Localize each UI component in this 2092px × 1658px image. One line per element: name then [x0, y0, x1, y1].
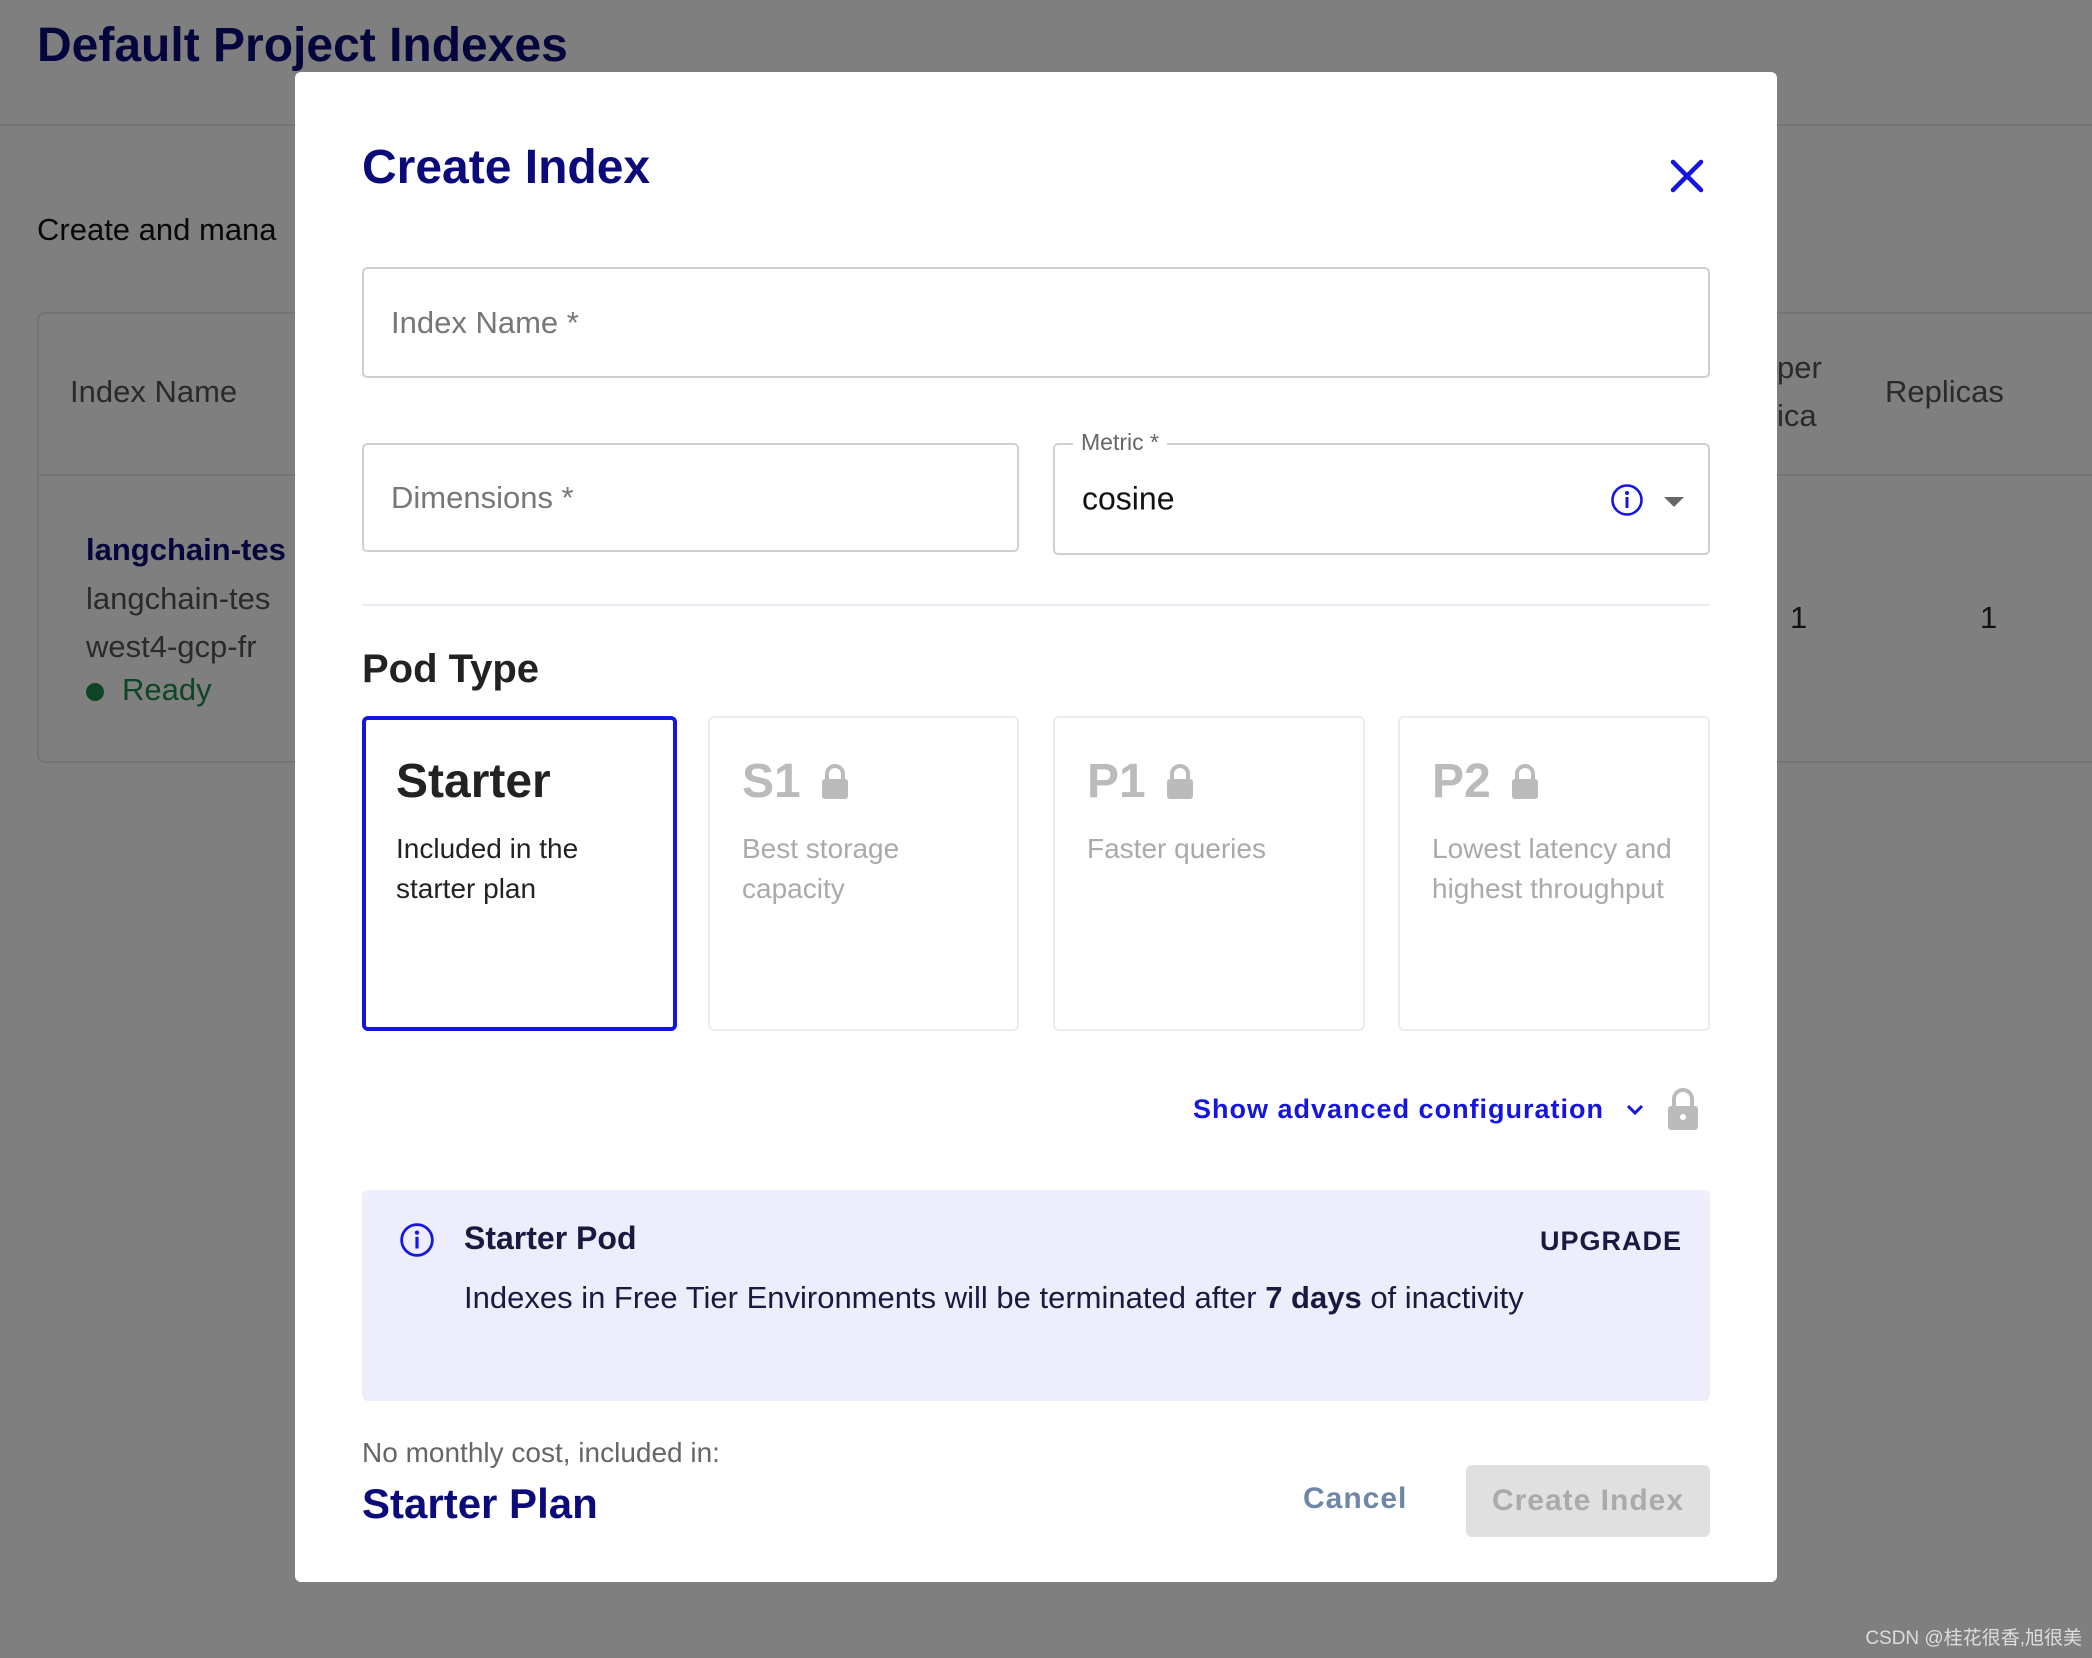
- upgrade-button[interactable]: UPGRADE: [1540, 1226, 1682, 1257]
- index-name-input[interactable]: Index Name *: [362, 267, 1710, 378]
- section-divider: [362, 604, 1710, 606]
- lock-icon: [1667, 1087, 1699, 1136]
- metric-label: Metric *: [1073, 429, 1167, 456]
- pod-type-name: P2: [1432, 755, 1491, 808]
- cost-label: No monthly cost, included in:: [362, 1437, 720, 1468]
- pod-type-p2[interactable]: P2 Lowest latency and highest throughput: [1398, 716, 1710, 1031]
- dimensions-input[interactable]: Dimensions *: [362, 443, 1019, 552]
- lock-icon: [1511, 763, 1538, 799]
- info-icon[interactable]: [1610, 483, 1644, 522]
- lock-icon: [821, 763, 848, 799]
- notice-text-end: of inactivity: [1361, 1280, 1524, 1315]
- lock-icon: [1166, 763, 1193, 799]
- watermark: CSDN @桂花很香,旭很美: [1865, 1628, 2082, 1649]
- close-icon[interactable]: [1667, 156, 1707, 196]
- advanced-label: Show advanced configuration: [1193, 1094, 1605, 1124]
- pod-type-name: S1: [742, 755, 801, 808]
- dimensions-placeholder: Dimensions *: [391, 479, 574, 515]
- notice-body: Indexes in Free Tier Environments will b…: [464, 1274, 1524, 1322]
- pod-type-name: P1: [1087, 755, 1146, 808]
- chevron-down-icon[interactable]: [1663, 495, 1685, 513]
- notice-text: Indexes in Free Tier Environments will b…: [464, 1280, 1266, 1315]
- metric-value: cosine: [1082, 480, 1175, 517]
- pod-type-heading: Pod Type: [362, 647, 540, 691]
- index-name-placeholder: Index Name *: [391, 304, 579, 340]
- create-index-dialog: Create Index Index Name * Dimensions * M…: [295, 72, 1777, 1582]
- pod-type-desc: Best storage capacity: [742, 833, 900, 904]
- pod-type-starter[interactable]: Starter Included in the starter plan: [362, 716, 677, 1031]
- pod-type-p1[interactable]: P1 Faster queries: [1053, 716, 1365, 1031]
- plan-name: Starter Plan: [362, 1480, 598, 1527]
- metric-select[interactable]: Metric * cosine: [1053, 429, 1710, 555]
- show-advanced-configuration-button[interactable]: Show advanced configuration: [1193, 1094, 1644, 1125]
- pod-type-desc: Faster queries: [1087, 833, 1266, 864]
- chevron-down-icon: [1626, 1104, 1644, 1115]
- pod-type-name: Starter: [396, 755, 551, 808]
- pod-type-s1[interactable]: S1 Best storage capacity: [708, 716, 1019, 1031]
- pod-type-desc: Included in the starter plan: [396, 833, 579, 904]
- info-icon: [399, 1222, 435, 1263]
- notice-bold: 7 days: [1265, 1280, 1362, 1315]
- dialog-title: Create Index: [362, 141, 651, 194]
- starter-pod-notice: Starter Pod Indexes in Free Tier Environ…: [362, 1190, 1710, 1401]
- cancel-button[interactable]: Cancel: [1303, 1482, 1407, 1516]
- create-index-button[interactable]: Create Index: [1466, 1465, 1710, 1537]
- notice-title: Starter Pod: [464, 1220, 637, 1256]
- pod-type-desc: Lowest latency and highest throughput: [1432, 833, 1672, 904]
